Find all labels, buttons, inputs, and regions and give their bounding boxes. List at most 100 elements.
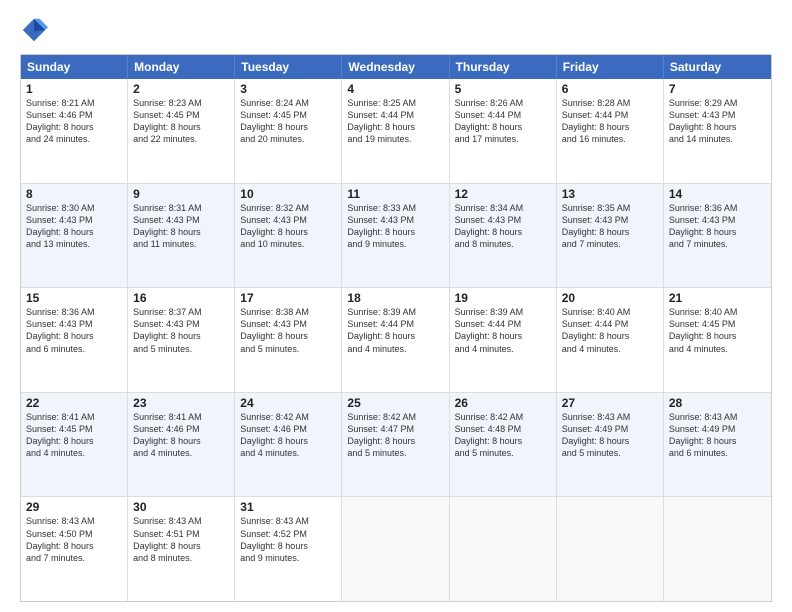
calendar-cell: 21Sunrise: 8:40 AMSunset: 4:45 PMDayligh… — [664, 288, 771, 392]
day-number: 26 — [455, 396, 551, 410]
empty-cell — [557, 497, 664, 601]
day-info: Sunrise: 8:43 AMSunset: 4:50 PMDaylight:… — [26, 515, 122, 564]
calendar-cell: 29Sunrise: 8:43 AMSunset: 4:50 PMDayligh… — [21, 497, 128, 601]
calendar-cell: 13Sunrise: 8:35 AMSunset: 4:43 PMDayligh… — [557, 184, 664, 288]
day-number: 15 — [26, 291, 122, 305]
day-info: Sunrise: 8:42 AMSunset: 4:47 PMDaylight:… — [347, 411, 443, 460]
day-info: Sunrise: 8:36 AMSunset: 4:43 PMDaylight:… — [669, 202, 766, 251]
calendar-cell: 16Sunrise: 8:37 AMSunset: 4:43 PMDayligh… — [128, 288, 235, 392]
calendar-row: 29Sunrise: 8:43 AMSunset: 4:50 PMDayligh… — [21, 496, 771, 601]
calendar-cell: 19Sunrise: 8:39 AMSunset: 4:44 PMDayligh… — [450, 288, 557, 392]
day-info: Sunrise: 8:34 AMSunset: 4:43 PMDaylight:… — [455, 202, 551, 251]
day-info: Sunrise: 8:36 AMSunset: 4:43 PMDaylight:… — [26, 306, 122, 355]
day-info: Sunrise: 8:42 AMSunset: 4:48 PMDaylight:… — [455, 411, 551, 460]
calendar-cell: 1Sunrise: 8:21 AMSunset: 4:46 PMDaylight… — [21, 79, 128, 183]
day-info: Sunrise: 8:33 AMSunset: 4:43 PMDaylight:… — [347, 202, 443, 251]
day-info: Sunrise: 8:43 AMSunset: 4:49 PMDaylight:… — [669, 411, 766, 460]
calendar-cell: 10Sunrise: 8:32 AMSunset: 4:43 PMDayligh… — [235, 184, 342, 288]
day-info: Sunrise: 8:40 AMSunset: 4:44 PMDaylight:… — [562, 306, 658, 355]
calendar: SundayMondayTuesdayWednesdayThursdayFrid… — [20, 54, 772, 602]
calendar-row: 8Sunrise: 8:30 AMSunset: 4:43 PMDaylight… — [21, 183, 771, 288]
day-number: 29 — [26, 500, 122, 514]
day-info: Sunrise: 8:41 AMSunset: 4:45 PMDaylight:… — [26, 411, 122, 460]
empty-cell — [664, 497, 771, 601]
day-info: Sunrise: 8:25 AMSunset: 4:44 PMDaylight:… — [347, 97, 443, 146]
calendar-cell: 27Sunrise: 8:43 AMSunset: 4:49 PMDayligh… — [557, 393, 664, 497]
day-header: Wednesday — [342, 55, 449, 79]
day-number: 3 — [240, 82, 336, 96]
calendar-cell: 30Sunrise: 8:43 AMSunset: 4:51 PMDayligh… — [128, 497, 235, 601]
day-number: 30 — [133, 500, 229, 514]
day-info: Sunrise: 8:42 AMSunset: 4:46 PMDaylight:… — [240, 411, 336, 460]
day-number: 31 — [240, 500, 336, 514]
calendar-cell: 17Sunrise: 8:38 AMSunset: 4:43 PMDayligh… — [235, 288, 342, 392]
day-info: Sunrise: 8:38 AMSunset: 4:43 PMDaylight:… — [240, 306, 336, 355]
day-number: 13 — [562, 187, 658, 201]
day-info: Sunrise: 8:40 AMSunset: 4:45 PMDaylight:… — [669, 306, 766, 355]
day-info: Sunrise: 8:28 AMSunset: 4:44 PMDaylight:… — [562, 97, 658, 146]
day-info: Sunrise: 8:31 AMSunset: 4:43 PMDaylight:… — [133, 202, 229, 251]
empty-cell — [450, 497, 557, 601]
day-info: Sunrise: 8:32 AMSunset: 4:43 PMDaylight:… — [240, 202, 336, 251]
day-info: Sunrise: 8:24 AMSunset: 4:45 PMDaylight:… — [240, 97, 336, 146]
calendar-cell: 3Sunrise: 8:24 AMSunset: 4:45 PMDaylight… — [235, 79, 342, 183]
calendar-cell: 20Sunrise: 8:40 AMSunset: 4:44 PMDayligh… — [557, 288, 664, 392]
day-number: 2 — [133, 82, 229, 96]
calendar-cell: 28Sunrise: 8:43 AMSunset: 4:49 PMDayligh… — [664, 393, 771, 497]
day-number: 18 — [347, 291, 443, 305]
day-header: Sunday — [21, 55, 128, 79]
day-info: Sunrise: 8:29 AMSunset: 4:43 PMDaylight:… — [669, 97, 766, 146]
calendar-cell: 2Sunrise: 8:23 AMSunset: 4:45 PMDaylight… — [128, 79, 235, 183]
day-info: Sunrise: 8:23 AMSunset: 4:45 PMDaylight:… — [133, 97, 229, 146]
day-header: Saturday — [664, 55, 771, 79]
calendar-header: SundayMondayTuesdayWednesdayThursdayFrid… — [21, 55, 771, 79]
day-header: Tuesday — [235, 55, 342, 79]
calendar-row: 1Sunrise: 8:21 AMSunset: 4:46 PMDaylight… — [21, 79, 771, 183]
day-number: 17 — [240, 291, 336, 305]
day-info: Sunrise: 8:39 AMSunset: 4:44 PMDaylight:… — [347, 306, 443, 355]
day-number: 28 — [669, 396, 766, 410]
day-number: 11 — [347, 187, 443, 201]
calendar-row: 22Sunrise: 8:41 AMSunset: 4:45 PMDayligh… — [21, 392, 771, 497]
day-number: 14 — [669, 187, 766, 201]
day-number: 27 — [562, 396, 658, 410]
day-info: Sunrise: 8:30 AMSunset: 4:43 PMDaylight:… — [26, 202, 122, 251]
logo-icon — [20, 16, 48, 44]
calendar-cell: 31Sunrise: 8:43 AMSunset: 4:52 PMDayligh… — [235, 497, 342, 601]
calendar-cell: 18Sunrise: 8:39 AMSunset: 4:44 PMDayligh… — [342, 288, 449, 392]
day-info: Sunrise: 8:26 AMSunset: 4:44 PMDaylight:… — [455, 97, 551, 146]
day-info: Sunrise: 8:41 AMSunset: 4:46 PMDaylight:… — [133, 411, 229, 460]
day-info: Sunrise: 8:43 AMSunset: 4:51 PMDaylight:… — [133, 515, 229, 564]
day-number: 6 — [562, 82, 658, 96]
day-info: Sunrise: 8:43 AMSunset: 4:52 PMDaylight:… — [240, 515, 336, 564]
header — [20, 16, 772, 44]
day-number: 5 — [455, 82, 551, 96]
day-info: Sunrise: 8:35 AMSunset: 4:43 PMDaylight:… — [562, 202, 658, 251]
day-info: Sunrise: 8:39 AMSunset: 4:44 PMDaylight:… — [455, 306, 551, 355]
calendar-cell: 7Sunrise: 8:29 AMSunset: 4:43 PMDaylight… — [664, 79, 771, 183]
calendar-row: 15Sunrise: 8:36 AMSunset: 4:43 PMDayligh… — [21, 287, 771, 392]
day-header: Friday — [557, 55, 664, 79]
day-number: 4 — [347, 82, 443, 96]
day-number: 7 — [669, 82, 766, 96]
calendar-cell: 9Sunrise: 8:31 AMSunset: 4:43 PMDaylight… — [128, 184, 235, 288]
calendar-cell: 25Sunrise: 8:42 AMSunset: 4:47 PMDayligh… — [342, 393, 449, 497]
day-number: 19 — [455, 291, 551, 305]
day-info: Sunrise: 8:21 AMSunset: 4:46 PMDaylight:… — [26, 97, 122, 146]
day-number: 1 — [26, 82, 122, 96]
day-number: 21 — [669, 291, 766, 305]
day-number: 20 — [562, 291, 658, 305]
calendar-cell: 15Sunrise: 8:36 AMSunset: 4:43 PMDayligh… — [21, 288, 128, 392]
day-number: 16 — [133, 291, 229, 305]
calendar-cell: 23Sunrise: 8:41 AMSunset: 4:46 PMDayligh… — [128, 393, 235, 497]
calendar-cell: 26Sunrise: 8:42 AMSunset: 4:48 PMDayligh… — [450, 393, 557, 497]
calendar-cell: 8Sunrise: 8:30 AMSunset: 4:43 PMDaylight… — [21, 184, 128, 288]
day-header: Monday — [128, 55, 235, 79]
day-info: Sunrise: 8:43 AMSunset: 4:49 PMDaylight:… — [562, 411, 658, 460]
calendar-cell: 11Sunrise: 8:33 AMSunset: 4:43 PMDayligh… — [342, 184, 449, 288]
calendar-cell: 14Sunrise: 8:36 AMSunset: 4:43 PMDayligh… — [664, 184, 771, 288]
calendar-page: SundayMondayTuesdayWednesdayThursdayFrid… — [0, 0, 792, 612]
calendar-cell: 22Sunrise: 8:41 AMSunset: 4:45 PMDayligh… — [21, 393, 128, 497]
empty-cell — [342, 497, 449, 601]
day-number: 22 — [26, 396, 122, 410]
